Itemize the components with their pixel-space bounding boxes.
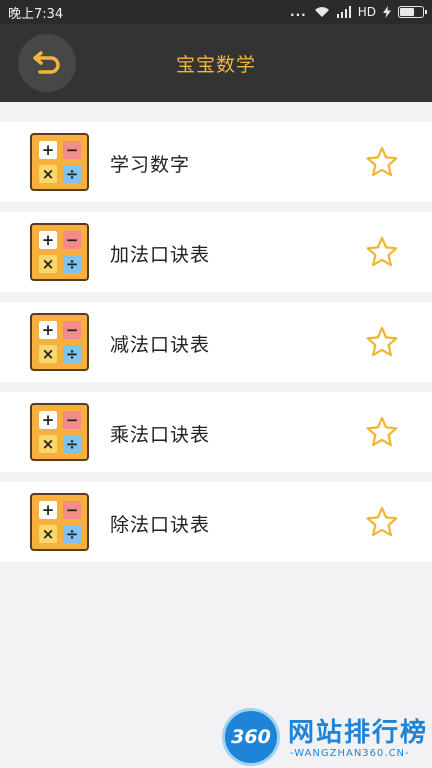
page-title: 宝宝数学 bbox=[175, 53, 256, 76]
list-item-multiplication-table[interactable]: + − × ÷ 乘法口诀表 bbox=[0, 392, 432, 472]
times-icon: × bbox=[39, 435, 57, 453]
list-item-label: 乘法口诀表 bbox=[110, 424, 211, 446]
status-bar: 晚上7:34 ... HD bbox=[0, 0, 432, 24]
minus-icon: − bbox=[63, 141, 81, 159]
notification-dots-icon: ... bbox=[290, 5, 307, 19]
menu-list: + − × ÷ 学习数字 + − × ÷ 加法口诀表 + − × ÷ 减法口诀表 bbox=[0, 122, 432, 572]
divide-icon: ÷ bbox=[63, 255, 81, 273]
app-header: 宝宝数学 bbox=[0, 24, 432, 102]
list-item-learn-numbers[interactable]: + − × ÷ 学习数字 bbox=[0, 122, 432, 202]
list-item-division-table[interactable]: + − × ÷ 除法口诀表 bbox=[0, 482, 432, 562]
status-time: 晚上7:34 bbox=[8, 6, 64, 22]
star-icon[interactable] bbox=[366, 416, 398, 448]
watermark-number: 360 bbox=[231, 726, 271, 748]
list-item-label: 除法口诀表 bbox=[110, 514, 211, 536]
network-type: HD bbox=[357, 5, 376, 19]
calculator-icon: + − × ÷ bbox=[30, 403, 89, 461]
calculator-icon: + − × ÷ bbox=[30, 493, 89, 551]
times-icon: × bbox=[39, 255, 57, 273]
plus-icon: + bbox=[39, 411, 57, 429]
back-button[interactable] bbox=[18, 34, 76, 92]
star-icon[interactable] bbox=[366, 236, 398, 268]
minus-icon: − bbox=[63, 411, 81, 429]
minus-icon: − bbox=[63, 501, 81, 519]
list-item-label: 加法口诀表 bbox=[110, 244, 211, 266]
minus-icon: − bbox=[63, 231, 81, 249]
calculator-icon: + − × ÷ bbox=[30, 313, 89, 371]
watermark: 360 网站排行榜 -WANGZHAN360.CN- bbox=[220, 706, 432, 768]
star-icon[interactable] bbox=[366, 326, 398, 358]
list-item-addition-table[interactable]: + − × ÷ 加法口诀表 bbox=[0, 212, 432, 292]
divide-icon: ÷ bbox=[63, 525, 81, 543]
list-item-label: 减法口诀表 bbox=[110, 334, 211, 356]
minus-icon: − bbox=[63, 321, 81, 339]
status-icons: ... HD bbox=[290, 5, 427, 19]
divide-icon: ÷ bbox=[63, 165, 81, 183]
signal-icon bbox=[336, 6, 351, 18]
plus-icon: + bbox=[39, 231, 57, 249]
star-icon[interactable] bbox=[366, 146, 398, 178]
plus-icon: + bbox=[39, 141, 57, 159]
list-item-label: 学习数字 bbox=[110, 154, 191, 176]
charging-icon bbox=[383, 6, 391, 18]
list-item-subtraction-table[interactable]: + − × ÷ 减法口诀表 bbox=[0, 302, 432, 382]
divide-icon: ÷ bbox=[63, 435, 81, 453]
calculator-icon: + − × ÷ bbox=[30, 223, 89, 281]
plus-icon: + bbox=[39, 321, 57, 339]
plus-icon: + bbox=[39, 501, 57, 519]
watermark-logo: 360 bbox=[222, 708, 280, 766]
times-icon: × bbox=[39, 165, 57, 183]
calculator-icon: + − × ÷ bbox=[30, 133, 89, 191]
watermark-text: 网站排行榜 bbox=[288, 718, 429, 748]
wifi-icon bbox=[314, 7, 329, 17]
battery-icon bbox=[398, 6, 427, 18]
star-icon[interactable] bbox=[366, 506, 398, 538]
watermark-url: -WANGZHAN360.CN- bbox=[290, 748, 410, 759]
times-icon: × bbox=[39, 525, 57, 543]
divide-icon: ÷ bbox=[63, 345, 81, 363]
undo-arrow-icon bbox=[33, 51, 60, 74]
times-icon: × bbox=[39, 345, 57, 363]
